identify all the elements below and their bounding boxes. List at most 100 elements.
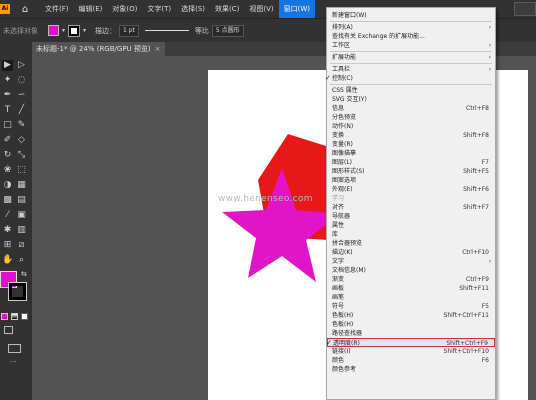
menu-item-label: 新建窗口(W): [332, 12, 367, 19]
swap-colors-icon[interactable]: ⇆: [21, 270, 27, 278]
zoom-tool-icon[interactable]: ⌕: [16, 255, 27, 266]
shaper-tool-icon[interactable]: ✐: [2, 135, 13, 146]
rotate-tool-icon[interactable]: ↻: [2, 150, 13, 161]
menu-item[interactable]: 对象(O): [107, 0, 142, 18]
window-menu-item[interactable]: 色板(H): [327, 320, 495, 329]
window-menu-item[interactable]: 动作(N): [327, 122, 495, 131]
window-menu-item[interactable]: 对齐 Shift+F7: [327, 203, 495, 212]
type-tool-icon[interactable]: T: [2, 105, 13, 116]
menu-separator: [330, 21, 492, 22]
screen-mode-icon[interactable]: [8, 344, 21, 353]
window-menu-item[interactable]: 变换 Shift+F8: [327, 131, 495, 140]
close-icon[interactable]: ×: [155, 42, 161, 56]
paintbrush-icon[interactable]: ✎: [16, 120, 27, 131]
window-menu-item[interactable]: 工具栏 ›: [327, 65, 495, 74]
more-tools-icon[interactable]: ···: [10, 359, 22, 366]
window-menu-item[interactable]: 信息 Ctrl+F8: [327, 104, 495, 113]
direct-selection-tool-icon[interactable]: ▷: [16, 60, 27, 71]
window-menu-item[interactable]: 颜色 F6: [327, 356, 495, 365]
window-menu-item[interactable]: 导航器: [327, 212, 495, 221]
window-menu-item[interactable]: 画板 Shift+F11: [327, 284, 495, 293]
window-menu-item[interactable]: 库: [327, 230, 495, 239]
submenu-arrow-icon: ›: [488, 24, 491, 31]
symbol-sprayer-icon[interactable]: ✱: [2, 225, 13, 236]
menu-item[interactable]: 文件(F): [40, 0, 74, 18]
artboard-tool-icon[interactable]: ⊞: [2, 240, 13, 251]
window-menu-item[interactable]: 查找有关 Exchange 的扩展功能...: [327, 32, 495, 41]
window-menu-item[interactable]: 分色预览: [327, 113, 495, 122]
stroke-profile[interactable]: 等比: [195, 26, 209, 36]
window-menu-item[interactable]: 画笔: [327, 293, 495, 302]
window-menu-item[interactable]: CSS 属性: [327, 86, 495, 95]
stroke-swatch[interactable]: [68, 24, 81, 37]
stroke-color-swatch[interactable]: [8, 282, 27, 301]
window-menu-item[interactable]: 文档信息(M): [327, 266, 495, 275]
scale-tool-icon[interactable]: ⤡: [16, 150, 27, 161]
color-mode-icon[interactable]: [1, 313, 8, 320]
window-menu-item[interactable]: ✓ 控制(C): [325, 74, 495, 83]
line-tool-icon[interactable]: ╱: [16, 105, 27, 116]
menu-item[interactable]: 选择(S): [176, 0, 210, 18]
perspective-grid-icon[interactable]: ▦: [16, 180, 27, 191]
menu-item-label: 工作区: [332, 42, 351, 49]
brush-field[interactable]: 5 点圆形: [211, 24, 244, 37]
window-menu-item[interactable]: 描边(K) Ctrl+F10: [327, 248, 495, 257]
blend-tool-icon[interactable]: ▣: [16, 210, 27, 221]
free-transform-icon[interactable]: ⬚: [16, 165, 27, 176]
window-menu-item[interactable]: 路径查找器: [327, 329, 495, 338]
chevron-down-icon[interactable]: ▾: [62, 27, 65, 34]
eraser-icon[interactable]: ◇: [16, 135, 27, 146]
window-menu-item[interactable]: 新建窗口(W): [327, 11, 495, 20]
selection-tool-icon[interactable]: ▶: [2, 60, 13, 71]
window-menu-item[interactable]: 色板(H) Shift+Ctrl+F11: [327, 311, 495, 320]
menu-item[interactable]: 视图(V): [244, 0, 278, 18]
window-menu-item[interactable]: 变量(R): [327, 140, 495, 149]
window-menu-item[interactable]: 工作区 ›: [327, 41, 495, 50]
menu-item[interactable]: 编辑(E): [74, 0, 108, 18]
hand-tool-icon[interactable]: ✋: [2, 255, 13, 266]
pen-tool-icon[interactable]: ✒: [2, 90, 13, 101]
chevron-down-icon[interactable]: ▾: [83, 27, 86, 34]
shape-builder-icon[interactable]: ◑: [2, 180, 13, 191]
document-tab-title: 未标题-1* @ 24% (RGB/GPU 预览): [36, 45, 151, 53]
curvature-tool-icon[interactable]: ∽: [16, 90, 27, 101]
window-menu-item[interactable]: 图案选项: [327, 176, 495, 185]
window-menu-item[interactable]: 图形样式(S) Shift+F5: [327, 167, 495, 176]
fill-swatch[interactable]: [48, 25, 59, 36]
rectangle-tool-icon[interactable]: □: [2, 120, 13, 131]
window-menu-item[interactable]: 排列(A) ›: [327, 23, 495, 32]
magic-wand-icon[interactable]: ✦: [2, 75, 13, 86]
window-menu-item[interactable]: 文字 ›: [327, 257, 495, 266]
window-menu-item[interactable]: 扩展功能 ›: [327, 53, 495, 62]
window-menu-item[interactable]: 图像描摹: [327, 149, 495, 158]
stroke-weight-field[interactable]: 1 pt: [119, 24, 139, 37]
window-menu-item[interactable]: SVG 交互(Y): [327, 95, 495, 104]
window-menu-item[interactable]: 颜色参考: [327, 365, 495, 374]
home-icon[interactable]: ⌂: [10, 4, 40, 15]
document-tab[interactable]: 未标题-1* @ 24% (RGB/GPU 预览) ×: [32, 42, 165, 56]
window-menu-item[interactable]: 链接(I) Shift+Ctrl+F10: [327, 347, 495, 356]
eyedropper-icon[interactable]: ⁄: [2, 210, 13, 221]
warp-tool-icon[interactable]: ❀: [2, 165, 13, 176]
menu-item[interactable]: 窗口(W): [278, 0, 316, 18]
window-menu-item[interactable]: 属性: [327, 221, 495, 230]
window-menu-item[interactable]: 拼合器预览: [327, 239, 495, 248]
gradient-tool-icon[interactable]: ▤: [16, 195, 27, 206]
menu-item[interactable]: 效果(C): [210, 0, 244, 18]
lasso-icon[interactable]: ◌: [16, 75, 27, 86]
window-menu-item[interactable]: 渐变 Ctrl+F9: [327, 275, 495, 284]
menu-item-label: 工具栏: [332, 66, 351, 73]
gradient-mode-icon[interactable]: [11, 313, 18, 320]
window-menu-item[interactable]: 符号 F5: [327, 302, 495, 311]
column-graph-icon[interactable]: ▥: [16, 225, 27, 236]
window-menu-item[interactable]: 图层(L) F7: [327, 158, 495, 167]
none-mode-icon[interactable]: [21, 313, 28, 320]
stroke-style-sample[interactable]: [144, 30, 189, 31]
window-menu-item[interactable]: ✓ 透明度(R) Shift+Ctrl+F9: [326, 338, 495, 347]
arrange-button[interactable]: [514, 2, 536, 16]
window-menu-item[interactable]: 外观(E) Shift+F6: [327, 185, 495, 194]
mesh-tool-icon[interactable]: ▩: [2, 195, 13, 206]
menu-item[interactable]: 文字(T): [142, 0, 176, 18]
slice-tool-icon[interactable]: ⧄: [16, 240, 27, 251]
draw-mode-icon[interactable]: [4, 326, 13, 334]
